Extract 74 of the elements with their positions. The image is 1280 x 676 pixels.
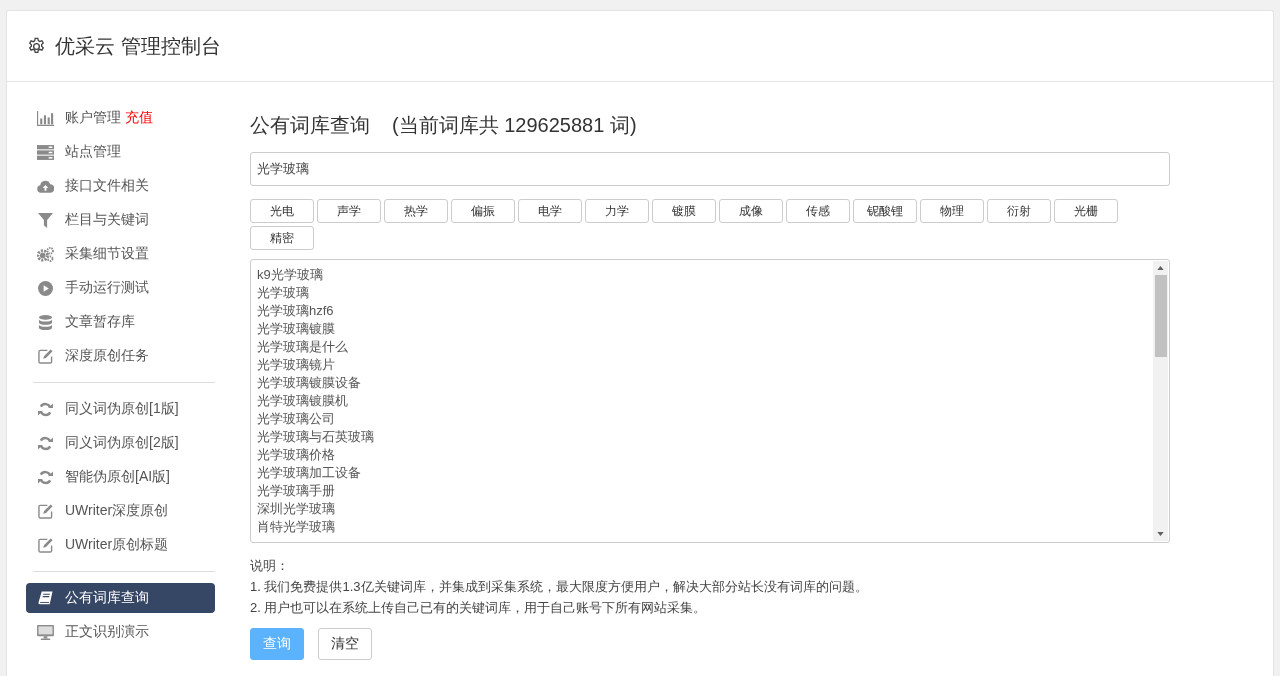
edit-icon [37, 503, 54, 519]
keyword-line: 光学玻璃公司 [257, 410, 335, 428]
keyword-line: 光学玻璃hzf6 [257, 302, 334, 320]
tag-button[interactable]: 精密 [250, 226, 314, 250]
tag-button[interactable]: 铌酸锂 [853, 199, 917, 223]
tag-button[interactable]: 电学 [518, 199, 582, 223]
cloud-upload-icon [37, 178, 54, 194]
sidebar-item[interactable]: 智能伪原创[AI版] [26, 462, 215, 492]
keyword-line: 光学玻璃是什么 [257, 338, 348, 356]
keyword-line: 光学玻璃镜片 [257, 356, 335, 374]
sidebar-item[interactable]: 账户管理 充值 [26, 103, 215, 133]
sidebar-item[interactable]: UWriter原创标题 [26, 530, 215, 560]
note-line: 1. 我们免费提供1.3亿关键词库，并集成到采集系统，最大限度方便用户，解决大部分站长没有词库的问题。 [250, 578, 868, 596]
tag-button[interactable]: 热学 [384, 199, 448, 223]
settings-icon [27, 36, 46, 56]
sidebar-item[interactable]: 深度原创任务 [26, 341, 215, 371]
sidebar-item[interactable]: 同义词伪原创[1版] [26, 394, 215, 424]
sidebar-item[interactable]: 公有词库查询 [26, 583, 215, 613]
tag-button[interactable]: 声学 [317, 199, 381, 223]
server-icon [37, 144, 54, 160]
keyword-line: 光学玻璃镀膜 [257, 320, 335, 338]
edit-icon [37, 348, 54, 364]
tag-button[interactable]: 力学 [585, 199, 649, 223]
sidebar-item[interactable]: 文章暂存库 [26, 307, 215, 337]
keyword-line: 光学玻璃与石英玻璃 [257, 428, 374, 446]
tag-button[interactable]: 衍射 [987, 199, 1051, 223]
tag-button[interactable]: 光电 [250, 199, 314, 223]
sidebar-item[interactable]: 栏目与关键词 [26, 205, 215, 235]
keyword-textarea[interactable]: k9光学玻璃 光学玻璃 光学玻璃hzf6 光学玻璃镀膜 光学玻璃是什么 光学玻璃镜片 光学玻璃镀膜设备 光学玻璃镀膜机 光学玻璃公司 光学玻璃与石英玻璃 光学玻璃价格 光学玻璃加工设备 光学玻璃手册 深圳光学玻璃 肖特光学玻璃 [250, 259, 1170, 543]
page-title: 公有词库查询 [250, 113, 370, 138]
sidebar-item[interactable]: 正文识别演示 [26, 617, 215, 647]
scroll-down-icon[interactable] [1157, 532, 1164, 536]
notes-title: 说明： [250, 557, 289, 575]
tag-button[interactable]: 镀膜 [652, 199, 716, 223]
bar-chart-icon [37, 110, 54, 126]
word-count: (当前词库共 129625881 词) [392, 113, 637, 138]
edit-icon [37, 537, 54, 553]
keyword-line: 光学玻璃加工设备 [257, 464, 361, 482]
tag-button[interactable]: 成像 [719, 199, 783, 223]
database-icon [37, 314, 54, 330]
scrollbar-thumb[interactable] [1154, 275, 1167, 357]
tag-button[interactable]: 光栅 [1054, 199, 1118, 223]
console-title: 优采云 管理控制台 [55, 33, 221, 59]
keyword-line: 光学玻璃镀膜机 [257, 392, 348, 410]
sidebar-item[interactable]: 站点管理 [26, 137, 215, 167]
search-field[interactable]: 光学玻璃 [250, 152, 1170, 186]
scrollbar[interactable] [1153, 261, 1168, 541]
filter-icon [37, 212, 54, 228]
play-icon [37, 280, 54, 296]
tag-button[interactable]: 传感 [786, 199, 850, 223]
refresh-icon [37, 401, 54, 417]
sidebar-item[interactable]: 采集细节设置 [26, 239, 215, 269]
sidebar-item[interactable]: UWriter深度原创 [26, 496, 215, 526]
note-line: 2. 用户也可以在系统上传自己已有的关键词库，用于自己账号下所有网站采集。 [250, 599, 707, 617]
sidebar-item[interactable]: 同义词伪原创[2版] [26, 428, 215, 458]
gears-icon [37, 246, 54, 262]
tag-button[interactable]: 物理 [920, 199, 984, 223]
sidebar-item[interactable]: 手动运行测试 [26, 273, 215, 303]
refresh-icon [37, 435, 54, 451]
keyword-line: 光学玻璃手册 [257, 482, 335, 500]
clear-button[interactable]: 清空 [318, 628, 372, 660]
refresh-icon [37, 469, 54, 485]
keyword-line: k9光学玻璃 [257, 266, 323, 284]
keyword-line: 光学玻璃 [257, 284, 309, 302]
keyword-line: 肖特光学玻璃 [257, 518, 335, 536]
monitor-icon [37, 624, 54, 640]
recharge-link[interactable]: 充值 [125, 109, 153, 127]
tag-button[interactable]: 偏振 [451, 199, 515, 223]
book-icon [37, 590, 54, 606]
keyword-line: 深圳光学玻璃 [257, 500, 335, 518]
keyword-line: 光学玻璃价格 [257, 446, 335, 464]
scroll-up-icon[interactable] [1157, 266, 1164, 270]
sidebar-item[interactable]: 接口文件相关 [26, 171, 215, 201]
keyword-line: 光学玻璃镀膜设备 [257, 374, 361, 392]
